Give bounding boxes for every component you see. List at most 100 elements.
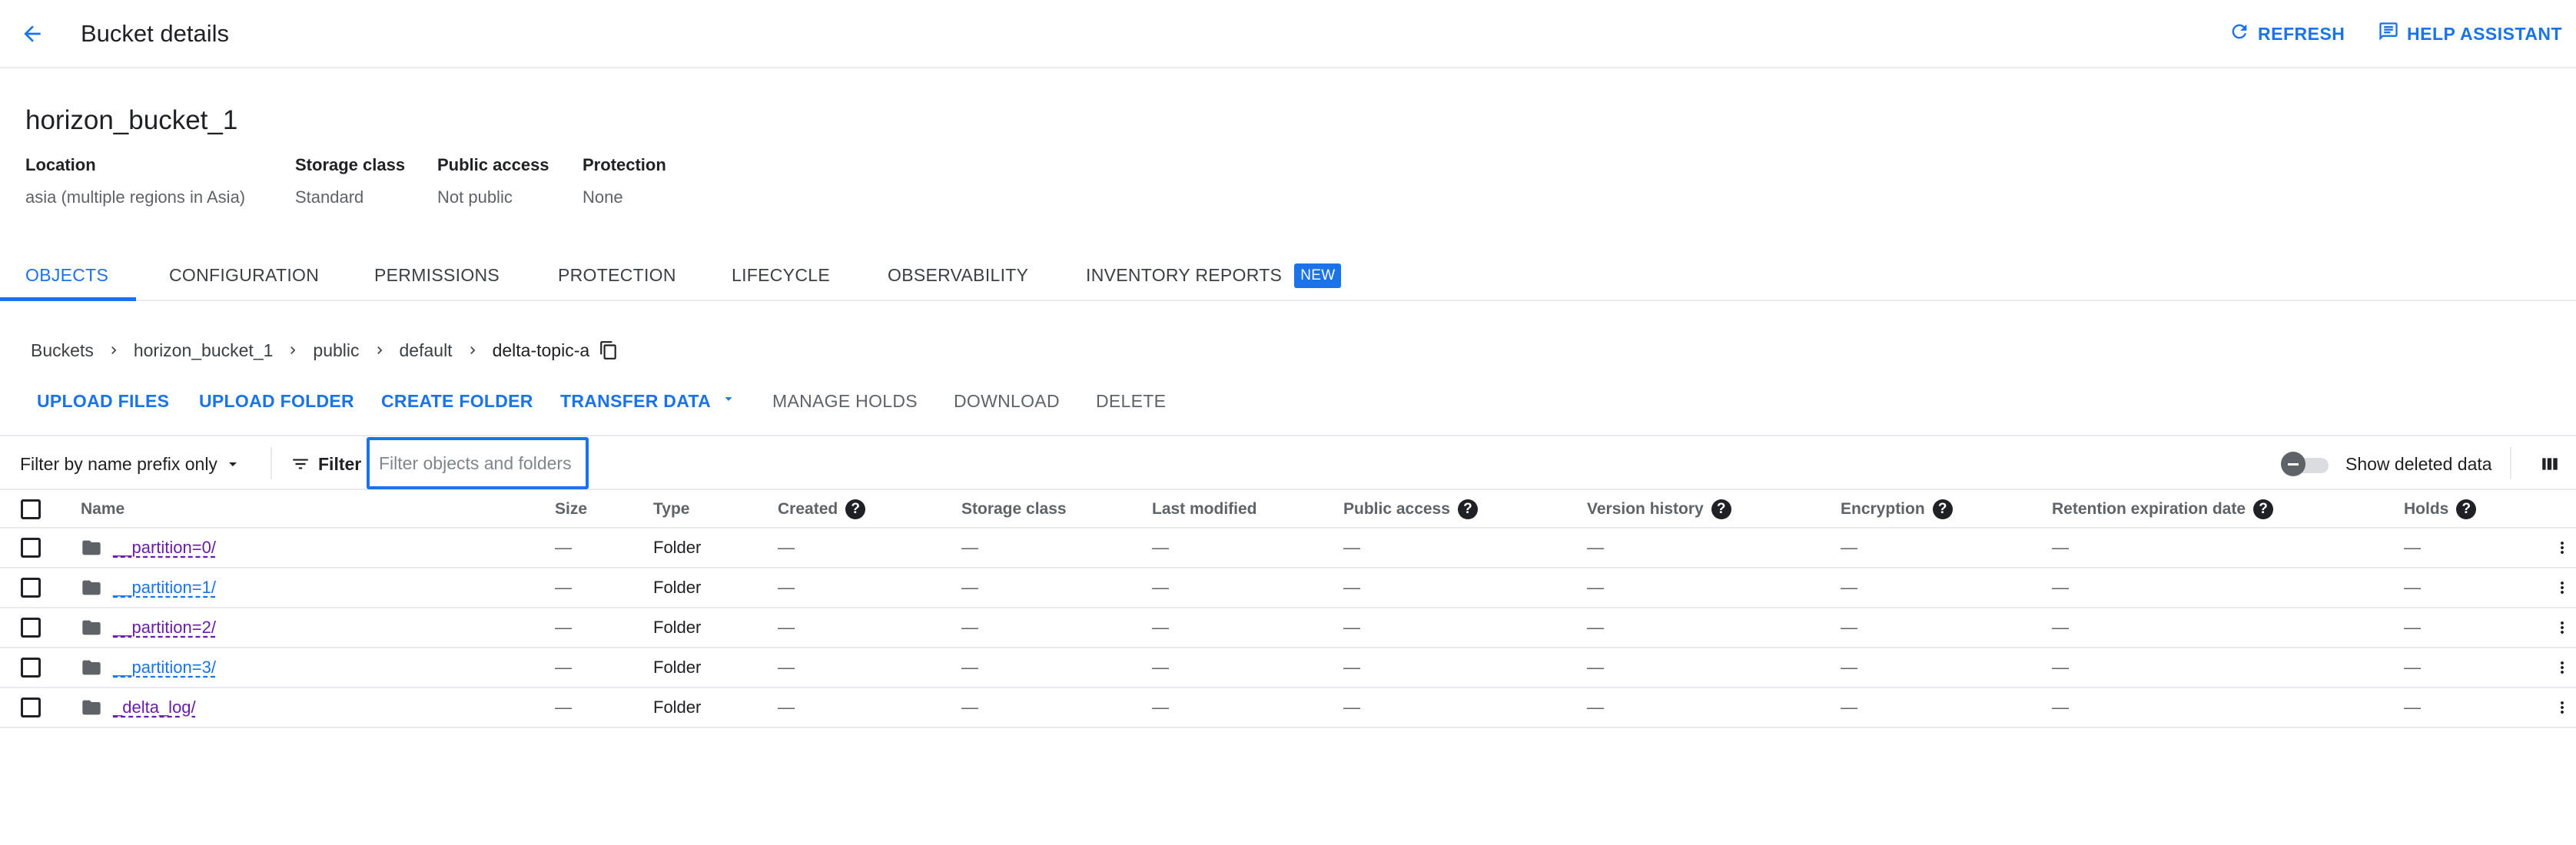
version-history-cell: — <box>1587 578 1604 597</box>
retention-cell: — <box>2052 618 2069 637</box>
row-actions-cell <box>2553 529 2571 567</box>
breadcrumb-current: delta-topic-a <box>492 340 590 360</box>
folder-link[interactable]: __partition=3/ <box>113 658 216 678</box>
column-header-size[interactable]: Size <box>555 490 587 529</box>
filter-input[interactable] <box>367 437 589 489</box>
tab-observability[interactable]: OBSERVABILITY <box>888 250 1028 301</box>
row-select-cell <box>21 529 41 567</box>
column-header-name[interactable]: Name <box>81 490 124 529</box>
chevron-right-icon <box>106 343 121 358</box>
refresh-button[interactable]: REFRESH <box>2229 18 2345 49</box>
transfer-data-dropdown[interactable]: TRANSFER DATA <box>560 386 737 416</box>
row-actions-cell <box>2553 688 2571 727</box>
column-header-version-history[interactable]: Version history ? <box>1587 490 1731 529</box>
row-checkbox[interactable] <box>21 698 41 717</box>
folder-icon <box>81 577 102 598</box>
folder-icon <box>81 697 102 718</box>
help-icon[interactable]: ? <box>1932 499 1953 519</box>
tab-permissions[interactable]: PERMISSIONS <box>374 250 500 301</box>
refresh-label: REFRESH <box>2258 23 2345 44</box>
created-cell: — <box>778 538 795 557</box>
create-folder-button[interactable]: CREATE FOLDER <box>381 386 533 416</box>
tab-configuration[interactable]: CONFIGURATION <box>169 250 319 301</box>
row-select-cell <box>21 688 41 727</box>
type-cell: Folder <box>653 578 702 597</box>
select-all-checkbox[interactable] <box>21 499 41 519</box>
meta-value: Not public <box>437 187 513 207</box>
filter-button-label: Filter <box>318 453 362 474</box>
folder-link[interactable]: _delta_log/ <box>113 698 196 717</box>
breadcrumb-bucket[interactable]: horizon_bucket_1 <box>134 340 274 361</box>
folder-link[interactable]: __partition=0/ <box>113 538 216 558</box>
divider <box>2510 447 2511 479</box>
tab-objects[interactable]: OBJECTS <box>25 250 108 301</box>
row-checkbox[interactable] <box>21 618 41 638</box>
breadcrumb-buckets[interactable]: Buckets <box>31 340 94 361</box>
storage-class-cell: — <box>961 618 978 637</box>
holds-cell: — <box>2404 698 2421 717</box>
copy-icon[interactable] <box>599 340 619 360</box>
created-cell: — <box>778 578 795 597</box>
column-header-public-access-label: Public access <box>1343 500 1450 518</box>
last-modified-cell: — <box>1152 618 1169 637</box>
version-history-cell: — <box>1587 698 1604 717</box>
storage-class-cell: — <box>961 698 978 717</box>
holds-cell: — <box>2404 578 2421 597</box>
folder-link[interactable]: __partition=1/ <box>113 578 216 598</box>
filter-mode-dropdown[interactable]: Filter by name prefix only <box>20 449 242 479</box>
show-deleted-label: Show deleted data <box>2345 453 2492 474</box>
filter-button[interactable]: Filter <box>290 449 361 479</box>
column-header-last-modified[interactable]: Last modified <box>1152 490 1257 529</box>
tab-lifecycle[interactable]: LIFECYCLE <box>732 250 830 301</box>
meta-label: Public access <box>437 155 549 174</box>
more-vert-icon[interactable] <box>2553 652 2571 683</box>
help-icon[interactable]: ? <box>1457 499 1478 519</box>
filter-bar: Filter by name prefix only Filter Show d… <box>0 435 2576 490</box>
more-vert-icon[interactable] <box>2553 692 2571 723</box>
help-icon[interactable]: ? <box>2253 499 2274 519</box>
more-vert-icon[interactable] <box>2553 572 2571 603</box>
page-title: Bucket details <box>81 20 229 47</box>
help-icon[interactable]: ? <box>2456 499 2477 519</box>
download-button[interactable]: DOWNLOAD <box>954 386 1060 416</box>
delete-button[interactable]: DELETE <box>1096 386 1166 416</box>
top-bar: Bucket details REFRESH HELP ASSISTANT <box>0 0 2576 68</box>
manage-holds-button[interactable]: MANAGE HOLDS <box>772 386 918 416</box>
tab-protection[interactable]: PROTECTION <box>558 250 676 301</box>
column-header-storage-class[interactable]: Storage class <box>961 490 1067 529</box>
column-header-encryption[interactable]: Encryption ? <box>1841 490 1953 529</box>
column-display-icon[interactable] <box>2538 452 2562 476</box>
column-header-created[interactable]: Created ? <box>778 490 866 529</box>
row-checkbox[interactable] <box>21 538 41 558</box>
column-header-retention-expiration-date[interactable]: Retention expiration date ? <box>2052 490 2274 529</box>
size-cell: — <box>555 658 572 677</box>
upload-folder-button[interactable]: UPLOAD FOLDER <box>199 386 354 416</box>
more-vert-icon[interactable] <box>2553 612 2571 643</box>
more-vert-icon[interactable] <box>2553 532 2571 563</box>
row-checkbox[interactable] <box>21 658 41 678</box>
breadcrumb-default[interactable]: default <box>400 340 453 361</box>
divider <box>271 447 272 479</box>
row-select-cell <box>21 608 41 647</box>
new-badge: NEW <box>1294 263 1342 288</box>
help-icon[interactable]: ? <box>845 499 866 519</box>
holds-cell: — <box>2404 618 2421 637</box>
breadcrumb-public[interactable]: public <box>313 340 359 361</box>
folder-link[interactable]: __partition=2/ <box>113 618 216 638</box>
tab-bar: OBJECTS CONFIGURATION PERMISSIONS PROTEC… <box>0 250 2576 301</box>
tab-inventory-reports[interactable]: INVENTORY REPORTS NEW <box>1086 250 1342 301</box>
column-header-holds[interactable]: Holds ? <box>2404 490 2477 529</box>
show-deleted-toggle[interactable] <box>2281 450 2332 478</box>
back-arrow-icon[interactable] <box>17 20 48 48</box>
version-history-cell: — <box>1587 538 1604 557</box>
version-history-cell: — <box>1587 618 1604 637</box>
column-header-type[interactable]: Type <box>653 490 689 529</box>
help-icon[interactable]: ? <box>1711 499 1731 519</box>
name-cell: _delta_log/ <box>81 688 196 727</box>
column-header-public-access[interactable]: Public access ? <box>1343 490 1478 529</box>
filter-mode-label: Filter by name prefix only <box>20 453 217 474</box>
row-checkbox[interactable] <box>21 578 41 598</box>
storage-class-cell: — <box>961 578 978 597</box>
upload-files-button[interactable]: UPLOAD FILES <box>37 386 169 416</box>
help-assistant-button[interactable]: HELP ASSISTANT <box>2378 18 2562 49</box>
